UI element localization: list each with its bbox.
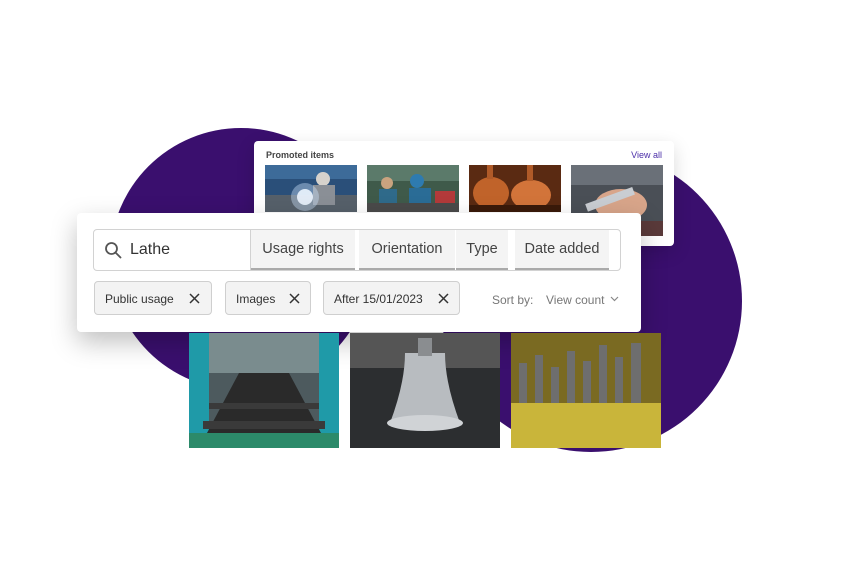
search-bar: Lathe Usage rights Orientation Type Date… [93, 229, 621, 271]
close-icon[interactable] [189, 293, 200, 304]
result-image-drill-bits[interactable] [511, 333, 661, 448]
chip-public-usage: Public usage [94, 281, 212, 315]
search-card: Lathe Usage rights Orientation Type Date… [77, 213, 641, 332]
close-icon[interactable] [438, 293, 449, 304]
chip-label: After 15/01/2023 [334, 292, 423, 306]
view-all-link[interactable]: View all [631, 150, 662, 160]
search-query: Lathe [130, 241, 171, 258]
result-image-conveyor[interactable] [189, 333, 339, 448]
search-icon [105, 242, 122, 259]
filter-usage-rights[interactable]: Usage rights [251, 230, 355, 270]
sort-select[interactable]: View count [546, 293, 604, 307]
sort-label: Sort by: [492, 293, 534, 307]
chip-label: Images [236, 292, 276, 306]
chevron-down-icon[interactable] [610, 294, 619, 303]
promoted-thumb-copper-stills[interactable] [469, 165, 561, 212]
filter-date-added[interactable]: Date added [515, 230, 609, 270]
promoted-thumb-factory-workers[interactable] [367, 165, 459, 212]
filter-orientation[interactable]: Orientation [359, 230, 455, 270]
chip-label: Public usage [105, 292, 174, 306]
promoted-items-title: Promoted items [266, 150, 335, 160]
chip-after-date: After 15/01/2023 [323, 281, 460, 315]
result-image-bell[interactable] [350, 333, 500, 448]
filter-type[interactable]: Type [456, 230, 508, 270]
search-input[interactable]: Lathe [94, 230, 251, 270]
chip-images: Images [225, 281, 311, 315]
close-icon[interactable] [289, 293, 300, 304]
promoted-thumb-welding[interactable] [265, 165, 357, 212]
